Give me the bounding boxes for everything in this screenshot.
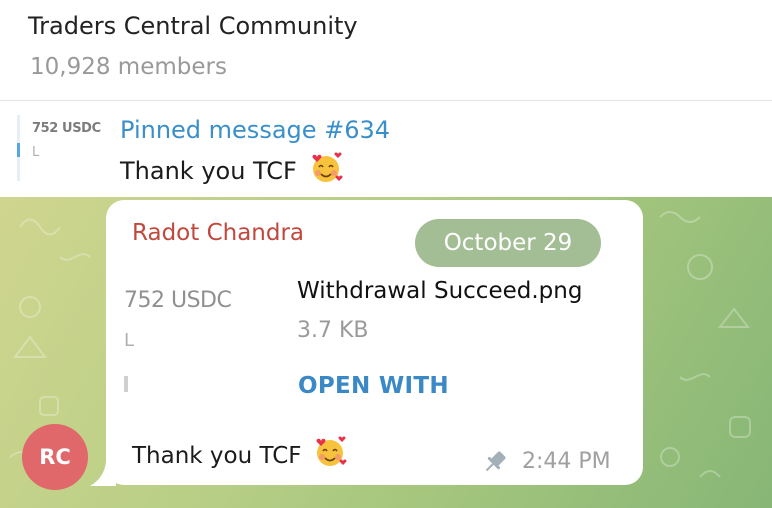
- pinned-message-preview: Thank you TCF: [120, 151, 343, 185]
- file-thumb-text: 752 USDC: [124, 288, 232, 313]
- avatar[interactable]: RC: [22, 424, 88, 490]
- smiling-face-with-hearts-icon: [313, 435, 347, 469]
- message-time: 2:44 PM: [522, 449, 611, 474]
- pinned-message-thumbnail: 752 USDC L: [15, 115, 105, 181]
- pinned-message-bar[interactable]: 752 USDC L Pinned message #634 Thank you…: [0, 101, 772, 197]
- file-thumb-text-2: L: [124, 330, 135, 351]
- file-thumb-mark: [124, 376, 128, 392]
- file-size: 3.7 KB: [297, 318, 369, 343]
- message-text: Thank you TCF: [132, 443, 302, 469]
- chat-title[interactable]: Traders Central Community: [28, 12, 358, 40]
- pin-icon: [485, 451, 506, 472]
- pinned-thumb-text-2: L: [32, 145, 40, 160]
- pinned-thumb-text: 752 USDC: [32, 121, 101, 136]
- smiling-face-with-hearts-icon: [309, 151, 343, 185]
- chat-header[interactable]: Traders Central Community 10,928 members: [0, 0, 772, 101]
- sender-name[interactable]: Radot Chandra: [132, 220, 304, 246]
- member-count: 10,928 members: [30, 54, 227, 80]
- pinned-indicator-active: [17, 143, 20, 157]
- file-name[interactable]: Withdrawal Succeed.png: [297, 278, 582, 304]
- open-with-button[interactable]: OPEN WITH: [298, 373, 449, 399]
- date-badge: October 29: [415, 219, 601, 267]
- pinned-message-title[interactable]: Pinned message #634: [120, 116, 390, 144]
- file-thumbnail[interactable]: 752 USDC L: [122, 280, 276, 410]
- message-bubble[interactable]: Radot Chandra October 29 752 USDC L With…: [106, 200, 643, 485]
- pinned-message-text: Thank you TCF: [120, 157, 297, 185]
- message-text-line: Thank you TCF: [132, 435, 347, 469]
